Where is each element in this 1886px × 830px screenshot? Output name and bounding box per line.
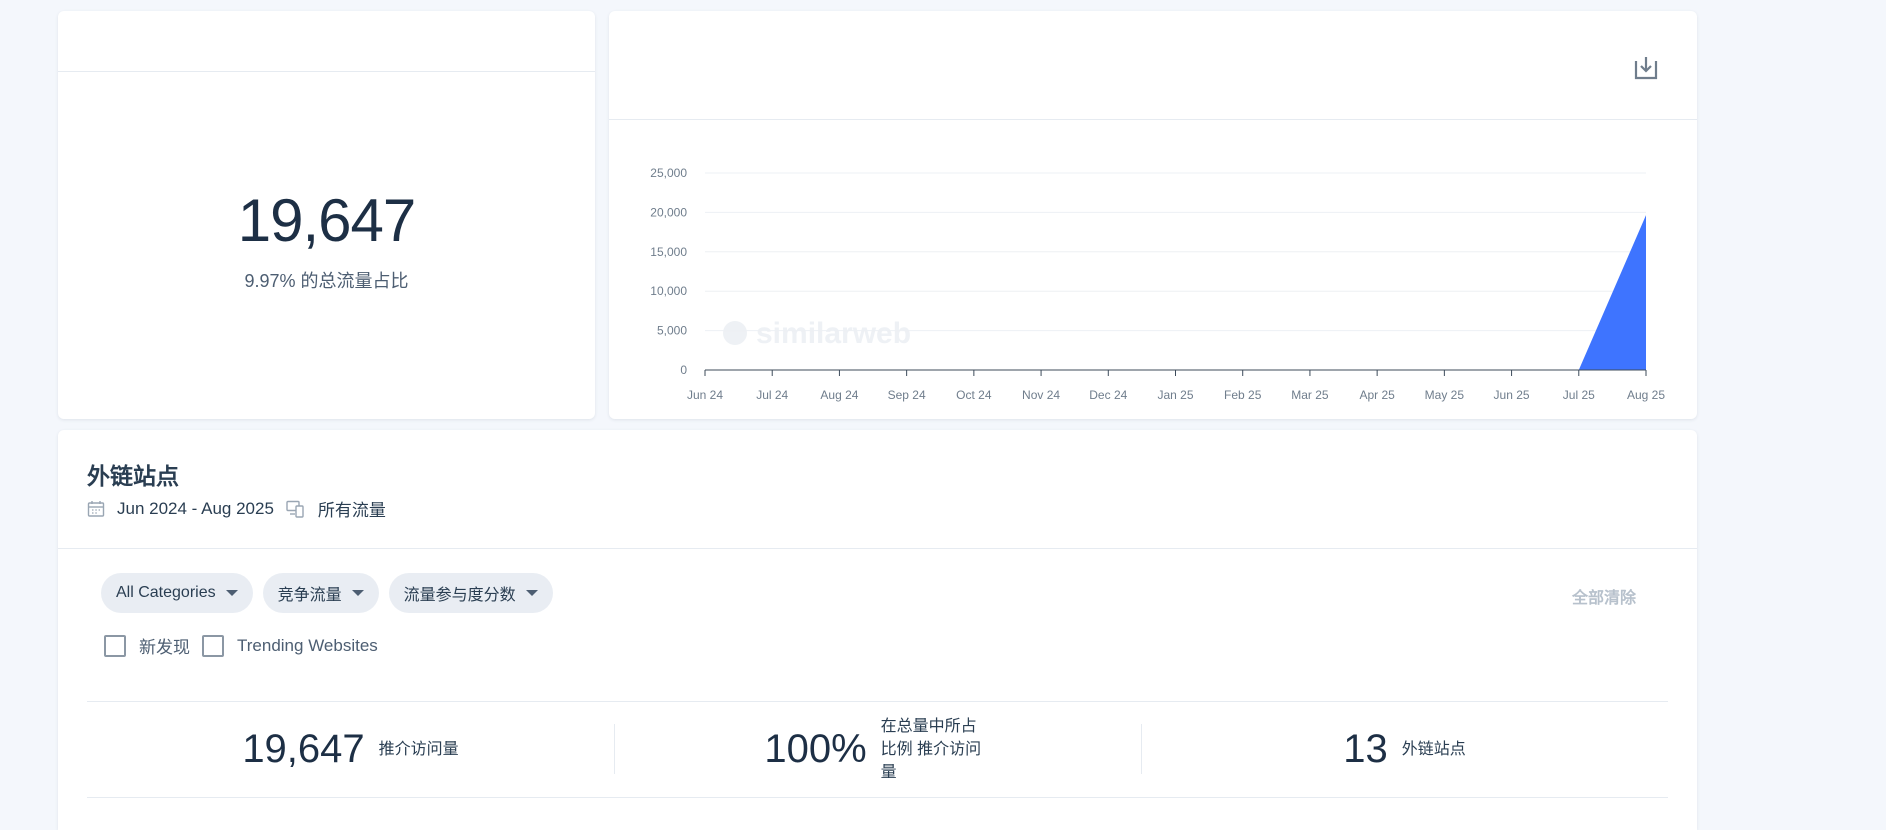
kpi-body: 19,647 9.97% 的总流量占比	[58, 191, 595, 293]
y-tick-label: 0	[680, 363, 687, 377]
traffic-scope: 所有流量	[317, 501, 386, 520]
x-tick-label: Apr 25	[1359, 388, 1395, 402]
y-tick-label: 10,000	[650, 284, 687, 298]
x-tick-label: Jan 25	[1157, 388, 1193, 402]
caret-down-icon	[351, 590, 364, 596]
new-discovered-toggle[interactable]: 新发现	[104, 633, 190, 658]
x-tick-label: Aug 25	[1627, 388, 1665, 402]
stat-share: 100% 在总量中所占比例 推介访问量	[614, 702, 1141, 797]
stat-value: 19,647	[242, 727, 365, 771]
stat-label: 在总量中所占比例 推介访问量	[880, 718, 982, 781]
x-tick-label: Oct 24	[956, 388, 992, 402]
y-tick-label: 25,000	[650, 166, 687, 180]
caret-down-icon	[225, 590, 238, 596]
checkbox-label: Trending Websites	[237, 635, 378, 655]
y-tick-label: 20,000	[650, 205, 687, 219]
x-tick-label: May 25	[1425, 388, 1465, 402]
filter-engagement-score[interactable]: 流量参与度分数	[388, 573, 553, 613]
card-header	[58, 11, 595, 72]
similarweb-logo-icon	[723, 321, 747, 345]
x-tick-label: Mar 25	[1291, 388, 1329, 402]
divider	[58, 548, 1697, 549]
checkbox-row: 新发现 Trending Websites	[104, 633, 390, 658]
devices-icon	[286, 500, 306, 518]
traffic-area-chart: similarweb 0 5,000 10,000 15,000 20,000 25,000…	[650, 166, 1665, 402]
y-tick-label: 15,000	[650, 245, 687, 259]
filter-label: All Categories	[116, 584, 216, 601]
checkbox-label: 新发现	[139, 638, 190, 657]
referral-visits-card: 19,647 9.97% 的总流量占比	[58, 11, 595, 419]
summary-stats: 19,647 推介访问量 100% 在总量中所占比例 推介访问量 13 外链站点	[87, 702, 1668, 797]
x-tick-label: Feb 25	[1224, 388, 1262, 402]
date-range: Jun 2024 - Aug 2025	[117, 498, 274, 518]
section-meta: Jun 2024 - Aug 2025 所有流量	[87, 496, 386, 521]
x-tick-label: Jul 24	[756, 388, 788, 402]
x-tick-label: Jun 24	[687, 388, 723, 402]
x-tick-label: Aug 24	[820, 388, 858, 402]
caret-down-icon	[525, 590, 538, 596]
section-title: 外链站点	[87, 463, 179, 489]
checkbox[interactable]	[202, 634, 224, 657]
stat-referral-visits: 19,647 推介访问量	[87, 702, 614, 797]
stat-value: 100%	[764, 727, 867, 771]
x-tick-label: Dec 24	[1089, 388, 1127, 402]
kpi-value: 19,647	[237, 187, 417, 254]
stat-label: 推介访问量	[378, 741, 459, 758]
trending-websites-toggle[interactable]: Trending Websites	[202, 634, 378, 657]
filter-bar: All Categories 竞争流量 流量参与度分数	[101, 573, 553, 613]
kpi-share-text: 9.97% 的总流量占比	[244, 271, 409, 291]
download-icon[interactable]	[1631, 53, 1661, 83]
backlinks-section: 外链站点 Jun 2024 - Aug 2025 所有流量 All Catego…	[58, 430, 1697, 830]
checkbox[interactable]	[104, 634, 126, 657]
filter-label: 流量参与度分数	[403, 587, 516, 604]
clear-all-button[interactable]: 全部清除	[1572, 584, 1636, 608]
watermark: similarweb	[723, 317, 911, 350]
x-tick-label: Nov 24	[1022, 388, 1060, 402]
chart-card-header	[609, 11, 1697, 120]
stat-value: 13	[1343, 727, 1388, 771]
y-tick-label: 5,000	[657, 324, 687, 338]
stat-referring-sites: 13 外链站点	[1141, 702, 1668, 797]
watermark-text: similarweb	[756, 317, 911, 350]
filter-competitive-traffic[interactable]: 竞争流量	[262, 573, 379, 613]
traffic-chart-card: similarweb 0 5,000 10,000 15,000 20,000 25,000…	[609, 11, 1697, 419]
x-tick-label: Sep 24	[888, 388, 926, 402]
x-tick-label: Jul 25	[1563, 388, 1595, 402]
filter-categories[interactable]: All Categories	[101, 573, 253, 613]
x-tick-label: Jun 25	[1494, 388, 1530, 402]
divider	[87, 797, 1668, 798]
filter-label: 竞争流量	[277, 587, 342, 604]
stat-label: 外链站点	[1401, 741, 1466, 758]
calendar-icon	[87, 500, 105, 518]
